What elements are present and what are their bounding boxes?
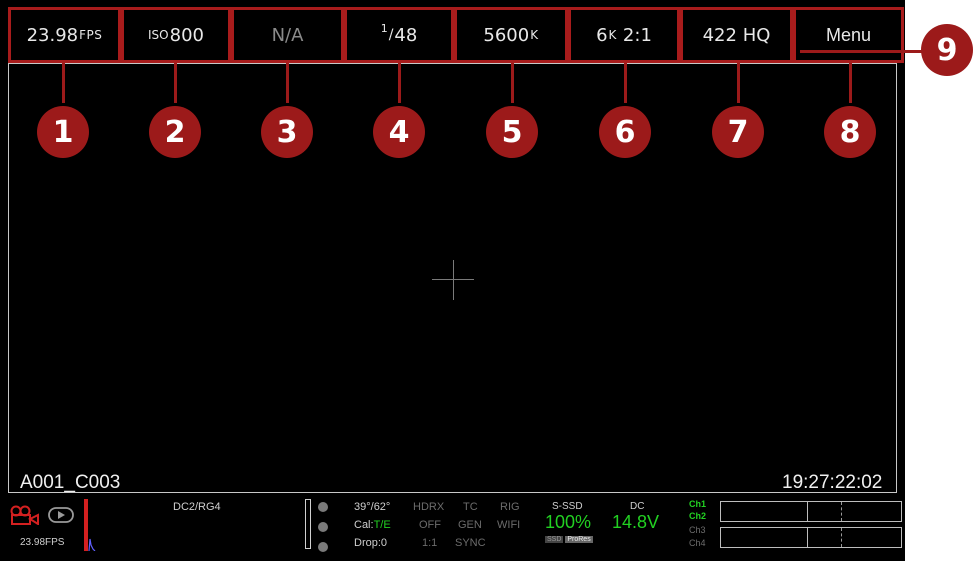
wb-unit: K [530,28,539,42]
codec-value: 422 HQ [702,24,771,46]
callout-4: 4 [373,106,425,158]
menu-button[interactable]: Menu [793,7,904,63]
callout-1: 1 [37,106,89,158]
media-label: S-SSD [552,501,583,512]
audio-ch4: Ch4 [689,538,706,548]
ratio-label: 1:1 [422,537,438,549]
hdrx-value: OFF [419,519,441,531]
fps-value: 23.98 [26,24,79,46]
sync-label: SYNC [455,537,486,549]
status-fps: 23.98FPS [20,537,65,548]
callout-7: 7 [712,106,764,158]
hdrx-label: HDRX [413,501,445,513]
tc-value: GEN [458,519,482,531]
audio-ch2: Ch2 [689,511,707,521]
dropped-frames: Drop:0 [354,537,388,549]
callout-3: 3 [261,106,313,158]
callout-stem-4 [398,63,401,103]
cal-value: T/E [373,519,391,531]
histogram [84,499,96,552]
power-value: 14.8V [612,512,660,532]
wb-value: 5600 [483,24,530,46]
fps-button[interactable]: 23.98 FPS [8,7,121,63]
shutter-denominator: 48 [394,24,418,46]
media-codec: ProRes [565,536,593,543]
resolution-button[interactable]: 6 K 2:1 [568,7,680,63]
fps-unit: FPS [79,28,103,42]
crosshair-v [453,260,454,300]
power-label: DC [630,501,645,512]
callout-stem-7 [737,63,740,103]
callout-2: 2 [149,106,201,158]
codec-button[interactable]: 422 HQ [680,7,793,63]
media-small: SSD [545,536,564,543]
calibration: Cal:T/E [354,519,391,531]
indicator-dot-2 [318,522,328,532]
nd-value: N/A [271,24,304,46]
callout-stem-6 [624,63,627,103]
white-balance-button[interactable]: 5600 K [454,7,568,63]
cal-label: Cal: [354,519,374,531]
tc-label: TC [463,501,478,513]
status-bar: 23.98FPS DC2/RG4 39°/62° Cal:T/E Drop:0 … [0,493,905,561]
resolution-value: 6 [596,24,608,46]
callout-stem-3 [286,63,289,103]
audio-ch1: Ch1 [689,499,707,509]
media-value: 100% [545,512,592,532]
callout-9: 9 [921,24,973,76]
camera-screen: 23.98 FPS ISO 800 N/A 1/48 5600 K 6 K 2:1 422… [0,0,905,561]
callout-6: 6 [599,106,651,158]
shutter-slash: / [388,27,394,43]
lut-label: DC2/RG4 [173,501,221,513]
callout-5: 5 [486,106,538,158]
nd-button[interactable]: N/A [231,7,344,63]
iso-button[interactable]: ISO 800 [121,7,231,63]
callout-stem-1 [62,63,65,103]
indicator-dot-1 [318,502,328,512]
clip-name: A001_C003 [20,472,121,493]
audio-meter-top [720,501,902,522]
camera-record-icon[interactable] [10,505,44,526]
resolution-unit: K [608,28,617,42]
iso-prefix: ISO [148,28,169,42]
shutter-button[interactable]: 1/48 [344,7,454,63]
sensor-temp: 39°/62° [354,501,391,513]
audio-ch3: Ch3 [689,525,706,535]
timecode: 19:27:22:02 [782,472,883,493]
vu-meter [305,499,311,549]
callout-stem-8 [849,63,852,103]
wifi-label: WIFI [497,519,521,531]
callout-8: 8 [824,106,876,158]
iso-value: 800 [169,24,204,46]
callout-stem-5 [511,63,514,103]
playback-icon[interactable] [48,507,74,523]
callout-line-9 [800,50,930,53]
callout-stem-2 [174,63,177,103]
audio-meter-bottom [720,527,902,548]
resolution-ratio: 2:1 [622,24,652,46]
menu-label: Menu [825,24,872,45]
indicator-dot-3 [318,542,328,552]
media-format: SSD ProRes [545,536,593,543]
rig-label: RIG [500,501,520,513]
shutter-numerator: 1 [380,21,388,35]
